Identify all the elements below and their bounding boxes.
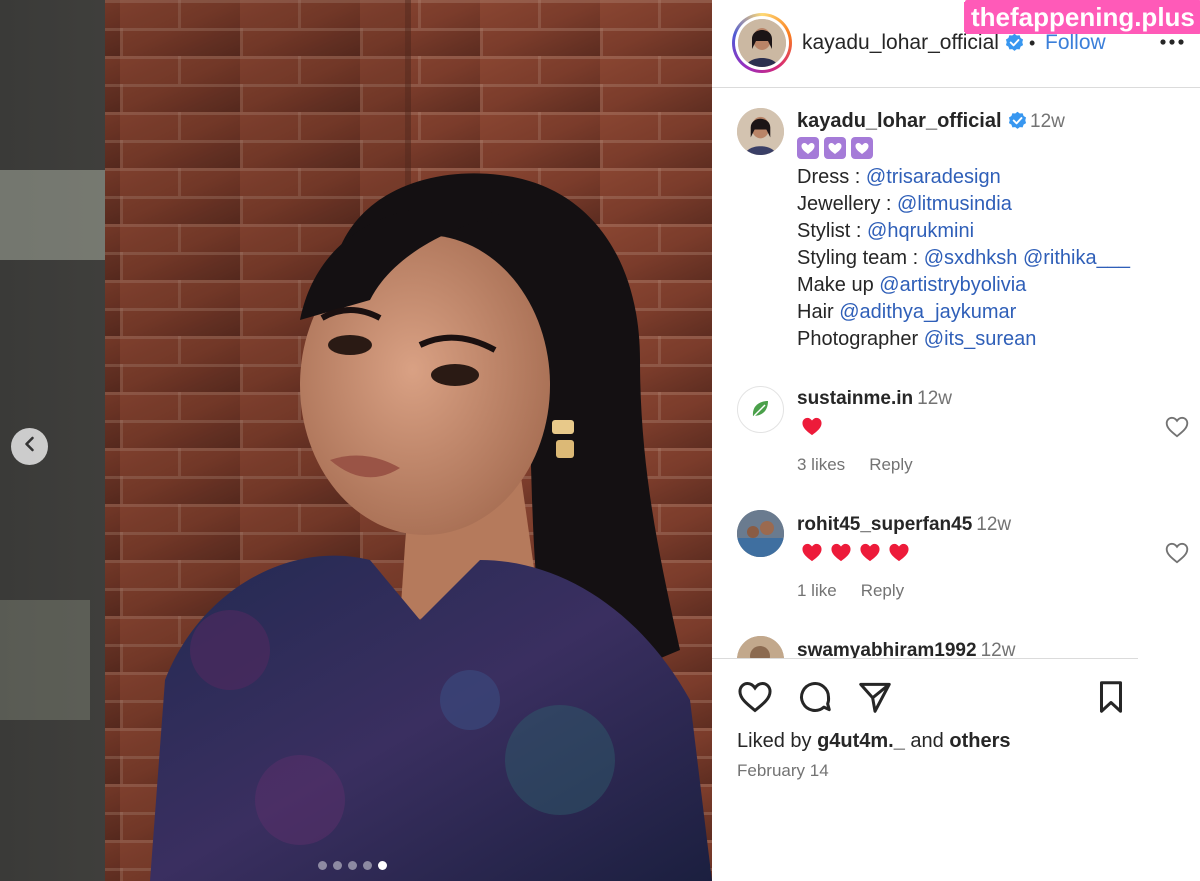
caption-username[interactable]: kayadu_lohar_official [797, 110, 1027, 133]
mention-link[interactable]: @sxdhksh [924, 247, 1018, 269]
comment-time[interactable]: 12w [917, 388, 952, 409]
caption-line: Stylist : @hqrukmini [797, 218, 1130, 245]
comment-username[interactable]: swamyabhiram1992 12w [797, 640, 1015, 658]
verified-badge-icon [1005, 33, 1024, 52]
carousel-dot[interactable] [318, 861, 327, 870]
caption-line-label: Styling team : [797, 247, 924, 269]
carousel-dot[interactable] [363, 861, 372, 870]
comment-hearts [801, 542, 917, 567]
heart-outline-icon[interactable] [1164, 540, 1190, 566]
portrait-photo [0, 0, 712, 881]
comment-hearts [801, 416, 830, 441]
red-heart-emoji [830, 542, 852, 562]
avatar [738, 19, 786, 67]
purple-heart-emoji [797, 137, 819, 159]
caption-text: Dress : @trisaradesign Jewellery : @litmu… [797, 137, 1130, 353]
red-heart-emoji [888, 542, 910, 562]
carousel-dot[interactable] [333, 861, 342, 870]
comment-meta: 1 like Reply [797, 581, 928, 601]
liked-by-others-link[interactable]: others [949, 730, 1010, 752]
purple-heart-emoji [851, 137, 873, 159]
story-avatar[interactable] [732, 13, 792, 73]
red-heart-emoji [801, 542, 823, 562]
verified-badge-icon [1008, 111, 1027, 130]
caption-emoji-row [797, 137, 1130, 164]
comment-time[interactable]: 12w [976, 514, 1011, 535]
comment-reply-button[interactable]: Reply [861, 581, 904, 600]
comment-icon[interactable] [796, 678, 834, 716]
carousel-dot[interactable] [348, 861, 357, 870]
comments-list: sustainme.in 12w 3 likes Reply rohit45_sup… [712, 370, 1200, 658]
comment-time[interactable]: 12w [981, 640, 1016, 658]
comment-username-text[interactable]: sustainme.in [797, 388, 913, 409]
liked-by: Liked by g4ut4m._ and others [737, 730, 1010, 753]
watermark-text: thefappening.plus [965, 0, 1200, 34]
chevron-left-icon [21, 435, 39, 458]
separator-dot: • [1029, 33, 1036, 53]
caption-line-label: Stylist : [797, 220, 868, 242]
caption-line-label: Photographer [797, 328, 924, 350]
comment-username-text[interactable]: rohit45_superfan45 [797, 514, 972, 535]
follow-button[interactable]: Follow [1045, 31, 1106, 55]
red-heart-emoji [801, 416, 823, 436]
comment-username[interactable]: sustainme.in 12w [797, 388, 952, 410]
mention-link[interactable]: @trisaradesign [866, 166, 1001, 188]
post-header: kayadu_lohar_official • Follow thefappen… [712, 0, 1200, 88]
liked-by-user-link[interactable]: g4ut4m._ [817, 730, 905, 752]
caption-line-label: Make up [797, 274, 880, 296]
caption-line: Make up @artistrybyolivia [797, 272, 1130, 299]
comment-avatar[interactable] [737, 510, 784, 557]
liked-by-and: and [904, 730, 950, 752]
carousel-prev-button[interactable] [11, 428, 48, 465]
post-date[interactable]: February 14 [737, 761, 829, 781]
header-username[interactable]: kayadu_lohar_official [802, 31, 1024, 55]
mention-link[interactable]: @litmusindia [897, 193, 1012, 215]
caption-line-label: Dress : [797, 166, 866, 188]
comment-avatar[interactable] [737, 386, 784, 433]
comment-likes-count[interactable]: 3 likes [797, 455, 845, 474]
comment-avatar[interactable] [737, 636, 784, 658]
caption-line-label: Hair [797, 301, 840, 323]
red-heart-emoji [859, 542, 881, 562]
comment-username-text[interactable]: swamyabhiram1992 [797, 640, 977, 658]
caption-username-text[interactable]: kayadu_lohar_official [797, 110, 1002, 132]
divider [712, 658, 1138, 659]
caption-line: Dress : @trisaradesign [797, 164, 1130, 191]
purple-heart-emoji [824, 137, 846, 159]
caption-line-label: Jewellery : [797, 193, 898, 215]
carousel-dots [318, 861, 387, 870]
liked-by-prefix: Liked by [737, 730, 818, 752]
caption-line: Hair @adithya_jaykumar [797, 299, 1130, 326]
heart-outline-icon[interactable] [736, 678, 774, 716]
caption-time[interactable]: 12w [1030, 111, 1065, 133]
heart-outline-icon[interactable] [1164, 414, 1190, 440]
post-image[interactable] [0, 0, 712, 881]
comment-reply-button[interactable]: Reply [869, 455, 912, 474]
post-details-panel: kayadu_lohar_official • Follow thefappen… [712, 0, 1200, 881]
bookmark-icon[interactable] [1092, 678, 1130, 716]
comment-likes-count[interactable]: 1 like [797, 581, 837, 600]
caption-line: Jewellery : @litmusindia [797, 191, 1130, 218]
mention-link[interactable]: @artistrybyolivia [879, 274, 1026, 296]
comment-username[interactable]: rohit45_superfan45 12w [797, 514, 1011, 536]
mention-link[interactable]: @rithika___ [1023, 247, 1130, 269]
caption-line: Photographer @its_surean [797, 326, 1130, 353]
caption-avatar[interactable] [737, 108, 784, 155]
caption-line: Styling team : @sxdhksh @rithika___ [797, 245, 1130, 272]
mention-link[interactable]: @its_surean [924, 328, 1037, 350]
share-icon[interactable] [856, 678, 894, 716]
mention-link[interactable]: @hqrukmini [867, 220, 974, 242]
mention-link[interactable]: @adithya_jaykumar [839, 301, 1016, 323]
carousel-dot-active[interactable] [378, 861, 387, 870]
comment-meta: 3 likes Reply [797, 455, 937, 475]
header-username-text[interactable]: kayadu_lohar_official [802, 31, 999, 54]
